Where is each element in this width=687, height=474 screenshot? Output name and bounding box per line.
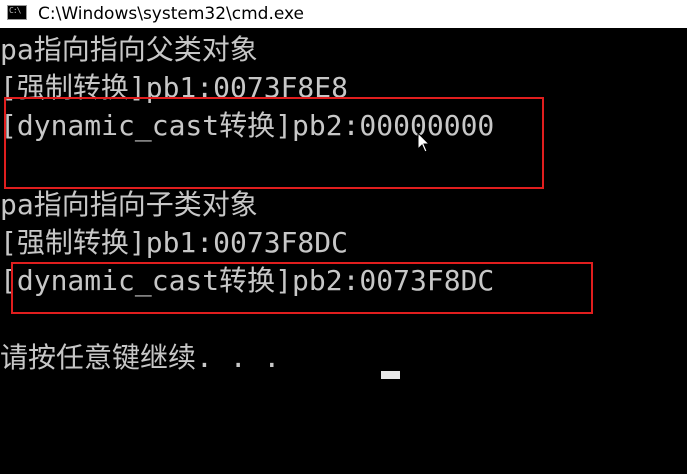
console-output[interactable]: pa指向指向父类对象 [强制转换]pb1:0073F8E8 [dynamic_c…	[0, 28, 687, 474]
title-bar[interactable]: C:\ C:\Windows\system32\cmd.exe	[0, 0, 687, 28]
window-title: C:\Windows\system32\cmd.exe	[38, 4, 305, 24]
cmd-icon-label: C:\	[9, 6, 21, 15]
output-line-5: [强制转换]pb1:0073F8DC	[0, 226, 349, 259]
text-cursor	[381, 371, 400, 379]
output-line-2: [强制转换]pb1:0073F8E8	[0, 71, 349, 104]
cmd-icon: C:\	[7, 5, 27, 20]
output-line-4: pa指向指向子类对象	[0, 188, 258, 221]
output-line-7: 请按任意键继续. . .	[0, 341, 281, 374]
mouse-pointer-icon	[417, 132, 431, 153]
output-line-6: [dynamic_cast转换]pb2:0073F8DC	[0, 264, 495, 297]
cmd-window: C:\ C:\Windows\system32\cmd.exe pa指向指向父类…	[0, 0, 687, 474]
output-line-1: pa指向指向父类对象	[0, 33, 258, 66]
